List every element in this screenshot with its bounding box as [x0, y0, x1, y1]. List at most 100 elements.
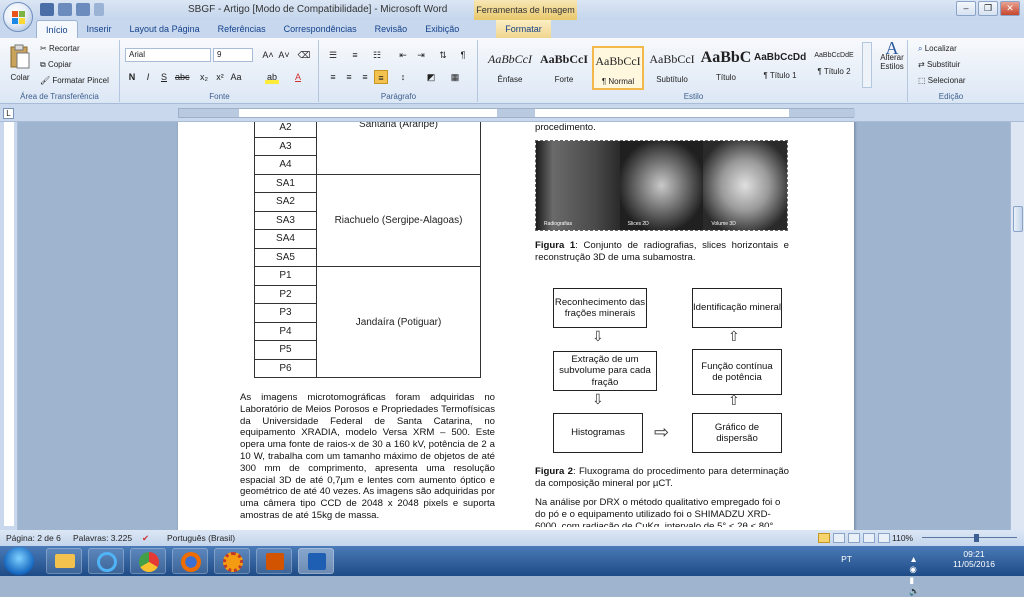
undo-icon[interactable]	[58, 3, 72, 16]
binoculars-icon: ⌕	[918, 44, 923, 53]
clear-format-icon[interactable]: ⌫	[297, 48, 311, 62]
italic-icon[interactable]: I	[141, 70, 155, 84]
style-enfase[interactable]: AaBbCcI Ênfase	[484, 46, 536, 90]
show-marks-icon[interactable]: ¶	[456, 48, 470, 62]
redo-icon[interactable]	[76, 3, 90, 16]
change-case-icon[interactable]: Aa	[229, 70, 243, 84]
replace-icon: ⇄	[918, 60, 925, 70]
copy-button[interactable]: ⧉ Copiar	[40, 60, 72, 70]
font-name-combo[interactable]: Arial	[125, 48, 211, 62]
flow-box-identificacao: Identificação mineral	[692, 288, 782, 328]
customize-qat-icon[interactable]	[94, 3, 104, 16]
start-button[interactable]	[4, 547, 34, 575]
explorer-icon[interactable]	[46, 548, 82, 574]
full-screen-icon[interactable]	[833, 533, 845, 543]
font-size-combo[interactable]: 9	[213, 48, 253, 62]
borders-icon[interactable]: ▦	[448, 70, 462, 84]
align-center-icon[interactable]: ≡	[342, 70, 356, 84]
tab-referencias[interactable]: Referências	[209, 20, 275, 38]
tab-revisao[interactable]: Revisão	[366, 20, 417, 38]
figure-1-image[interactable]: Radiografias Slices 2D Volume 3D	[535, 140, 788, 231]
print-layout-icon[interactable]	[818, 533, 830, 543]
drx-paragraph: Na análise por DRX o método qualitativo …	[535, 497, 781, 527]
draft-icon[interactable]	[878, 533, 890, 543]
vertical-scrollbar[interactable]	[1010, 122, 1024, 530]
superscript-icon[interactable]: x²	[213, 70, 227, 84]
language-status[interactable]: Português (Brasil)	[167, 530, 235, 546]
save-icon[interactable]	[40, 3, 54, 16]
office-button[interactable]	[3, 2, 33, 32]
restore-button[interactable]: ❐	[978, 1, 998, 16]
tab-formatar[interactable]: Formatar	[496, 20, 551, 38]
vertical-ruler[interactable]	[0, 122, 18, 530]
minimize-button[interactable]: –	[956, 1, 976, 16]
align-right-icon[interactable]: ≡	[358, 70, 372, 84]
font-color-icon[interactable]: A	[291, 70, 305, 84]
close-button[interactable]: ✕	[1000, 1, 1020, 16]
style-titulo[interactable]: AaBbC Título	[700, 46, 752, 90]
sort-icon[interactable]: ⇅	[436, 48, 450, 62]
style-normal[interactable]: AaBbCcI ¶ Normal	[592, 46, 644, 90]
styles-scroll[interactable]	[862, 42, 872, 88]
clock[interactable]: 09:21 11/05/2016	[944, 549, 1004, 569]
outline-icon[interactable]	[863, 533, 875, 543]
document-area[interactable]: A2 Santana (Araripe) A3 A4 SA1 Riachuelo (…	[18, 122, 1010, 530]
tab-correspondencias[interactable]: Correspondências	[275, 20, 366, 38]
find-button[interactable]: ⌕ Localizar	[918, 44, 957, 54]
change-styles-button[interactable]: A Alterar Estilos	[876, 39, 908, 71]
grow-font-icon[interactable]: A˄	[261, 48, 275, 62]
firefox-icon[interactable]	[172, 548, 208, 574]
web-layout-icon[interactable]	[848, 533, 860, 543]
scrollbar-thumb[interactable]	[1013, 206, 1023, 232]
shrink-font-icon[interactable]: A˅	[277, 48, 291, 62]
zoom-slider[interactable]	[922, 534, 1017, 542]
align-left-icon[interactable]: ≡	[326, 70, 340, 84]
table-cell: P4	[254, 321, 317, 341]
paragraph-label: Parágrafo	[380, 92, 417, 101]
settings-icon[interactable]	[214, 548, 250, 574]
tab-inserir[interactable]: Inserir	[78, 20, 121, 38]
page-count[interactable]: Página: 2 de 6	[6, 530, 61, 546]
cut-button[interactable]: ✂ Recortar	[40, 44, 80, 53]
multilevel-list-icon[interactable]: ☷	[370, 48, 384, 62]
document-page[interactable]: A2 Santana (Araripe) A3 A4 SA1 Riachuelo (…	[178, 122, 854, 530]
bold-icon[interactable]: N	[125, 70, 139, 84]
figure-2-label: Figura 2	[535, 466, 573, 477]
clock-date: 11/05/2016	[953, 559, 995, 569]
word-icon[interactable]	[298, 548, 334, 574]
replace-button[interactable]: ⇄ Substituir	[918, 60, 960, 69]
style-titulo-2[interactable]: AaBbCcDdE ¶ Título 2	[808, 46, 860, 90]
numbering-icon[interactable]: ≡	[348, 48, 362, 62]
styles-group: AaBbCcI Ênfase AaBbCcI Forte AaBbCcI ¶ Norm…	[480, 39, 908, 102]
bullets-icon[interactable]: ☰	[326, 48, 340, 62]
justify-icon[interactable]: ≡	[374, 70, 388, 84]
line-spacing-icon[interactable]: ↕	[396, 70, 410, 84]
select-button[interactable]: ⬚ Selecionar	[918, 76, 966, 85]
zoom-level[interactable]: 110%	[892, 530, 913, 546]
decrease-indent-icon[interactable]: ⇤	[396, 48, 410, 62]
format-painter-button[interactable]: 🖌 Formatar Pincel	[40, 76, 109, 85]
underline-icon[interactable]: S	[157, 70, 171, 84]
shading-icon[interactable]: ◩	[424, 70, 438, 84]
increase-indent-icon[interactable]: ⇥	[414, 48, 428, 62]
chrome-icon[interactable]	[130, 548, 166, 574]
horizontal-ruler[interactable]: L	[0, 104, 1024, 122]
ie-icon[interactable]	[88, 548, 124, 574]
strikethrough-icon[interactable]: abc	[175, 70, 190, 84]
highlight-icon[interactable]: ab	[265, 70, 279, 84]
input-language[interactable]: PT	[841, 554, 852, 564]
style-forte[interactable]: AaBbCcI Forte	[538, 46, 590, 90]
proofing-icon[interactable]: ✔	[142, 530, 149, 546]
tab-selector-icon[interactable]: L	[3, 108, 14, 119]
subscript-icon[interactable]: x₂	[197, 70, 211, 84]
powerpoint-icon[interactable]	[256, 548, 292, 574]
word-count[interactable]: Palavras: 3.225	[73, 530, 132, 546]
style-subtitulo[interactable]: AaBbCcI Subtítulo	[646, 46, 698, 90]
tab-layout[interactable]: Layout da Página	[121, 20, 209, 38]
style-titulo-1[interactable]: AaBbCcDd ¶ Título 1	[754, 46, 806, 90]
select-icon: ⬚	[918, 76, 926, 86]
tab-inicio[interactable]: Início	[36, 20, 78, 38]
paste-button[interactable]: Colar	[6, 44, 34, 82]
tab-exibicao[interactable]: Exibição	[416, 20, 468, 38]
sample-table: A2 Santana (Araripe) A3 A4 SA1 Riachuelo (…	[254, 122, 481, 378]
